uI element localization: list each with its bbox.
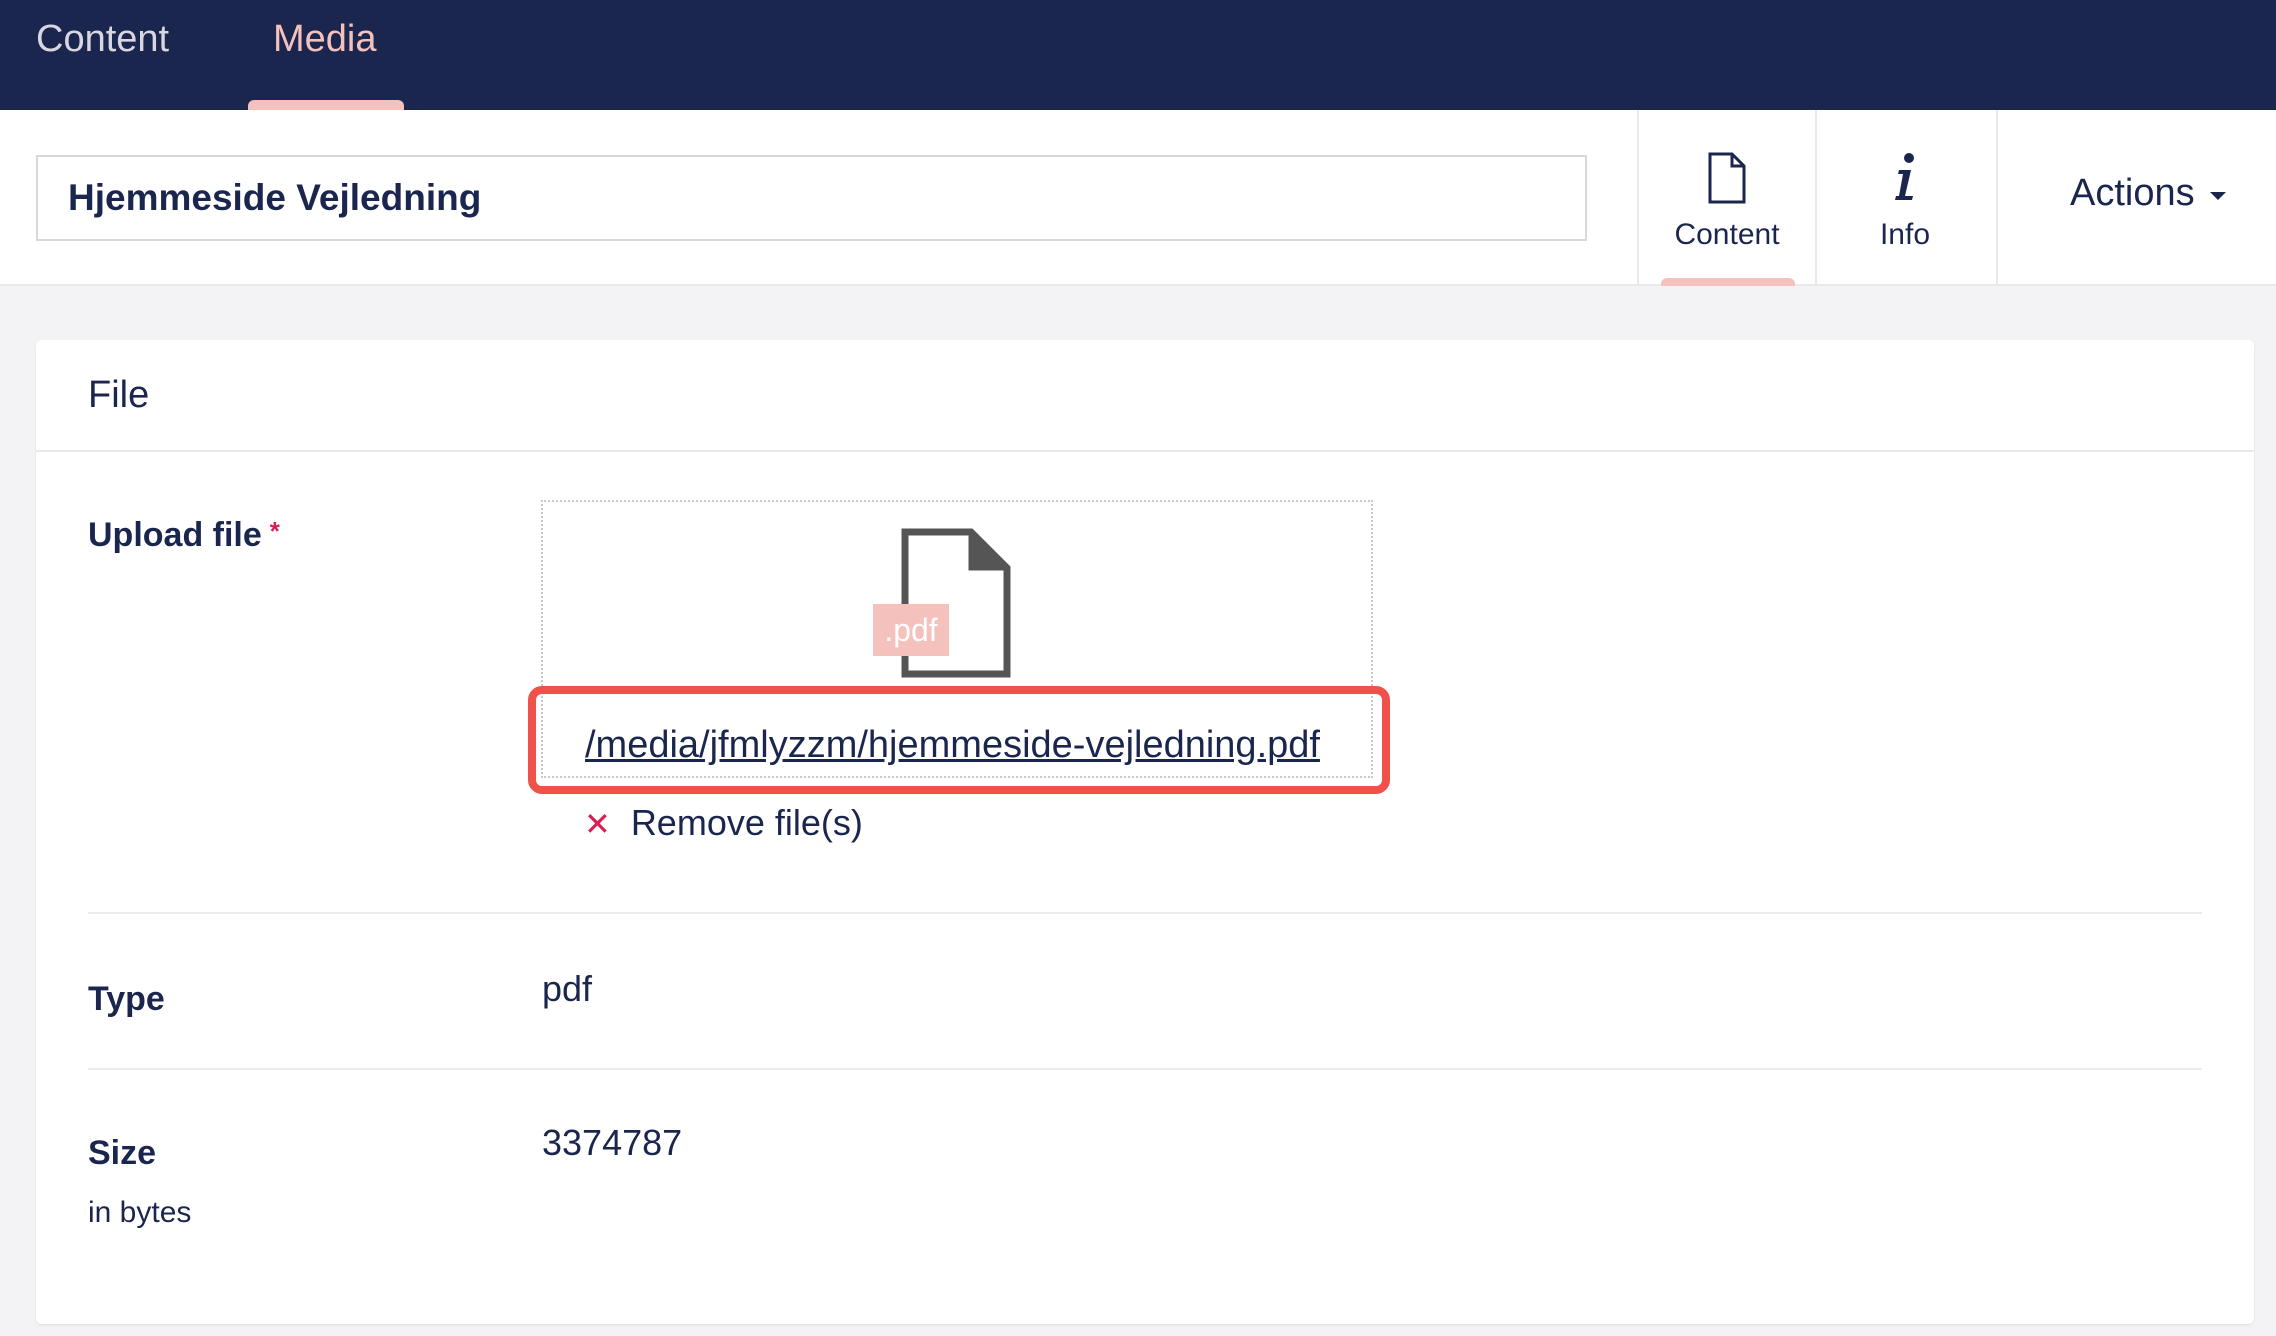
active-app-indicator bbox=[1661, 278, 1795, 286]
property-divider bbox=[88, 912, 2202, 914]
size-label: Size bbox=[88, 1134, 157, 1172]
actions-dropdown-button[interactable]: Actions bbox=[1996, 110, 2276, 286]
info-icon bbox=[1890, 152, 1920, 209]
remove-files-button[interactable]: ✕ Remove file(s) bbox=[584, 802, 863, 844]
app-button-label: Info bbox=[1879, 218, 1931, 251]
top-navigation: Content Media bbox=[0, 0, 2276, 110]
property-divider bbox=[88, 1068, 2202, 1070]
app-button-content[interactable]: Content bbox=[1637, 110, 1815, 286]
file-dropzone[interactable]: .pdf /media/jfmlyzzm/hjemmeside-vejledni… bbox=[541, 500, 1373, 778]
section-tab-content[interactable]: Content bbox=[36, 0, 169, 110]
document-icon bbox=[1707, 152, 1747, 209]
upload-file-label-text: Upload file bbox=[88, 516, 262, 554]
panel-header: File bbox=[36, 340, 2254, 452]
size-value: 3374787 bbox=[542, 1122, 683, 1163]
file-properties-panel: File Upload file * .pdf /media/jfmlyzzm/h… bbox=[36, 340, 2254, 1324]
caret-down-icon bbox=[2210, 192, 2226, 200]
editor-header: Content Info Actions bbox=[0, 110, 2276, 286]
upload-file-label: Upload file * bbox=[88, 516, 280, 555]
type-label: Type bbox=[88, 980, 165, 1018]
active-tab-indicator bbox=[248, 100, 404, 110]
required-indicator: * bbox=[269, 516, 280, 546]
file-extension-badge: .pdf bbox=[873, 604, 949, 656]
remove-x-icon: ✕ bbox=[584, 806, 611, 842]
actions-label: Actions bbox=[2070, 172, 2195, 214]
section-tab-media[interactable]: Media bbox=[273, 0, 377, 110]
panel-title: File bbox=[88, 374, 150, 416]
media-name-input[interactable] bbox=[36, 155, 1587, 241]
uploaded-file-link[interactable]: /media/jfmlyzzm/hjemmeside-vejledning.pd… bbox=[585, 724, 1320, 767]
app-button-info[interactable]: Info bbox=[1815, 110, 1993, 286]
remove-files-label: Remove file(s) bbox=[630, 802, 863, 843]
type-value: pdf bbox=[542, 968, 593, 1009]
size-description: in bytes bbox=[88, 1196, 192, 1229]
app-button-label: Content bbox=[1674, 218, 1780, 251]
